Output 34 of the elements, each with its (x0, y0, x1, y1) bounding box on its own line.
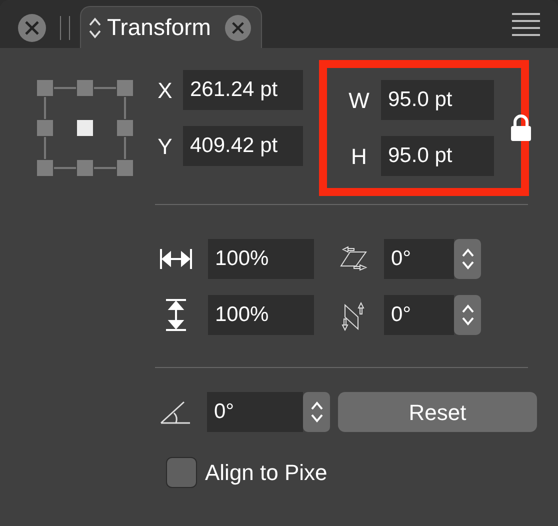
stepper-arrows-icon (460, 303, 474, 327)
close-button[interactable] (18, 14, 46, 42)
field-label: Y (156, 132, 174, 160)
field-label: H (350, 142, 368, 170)
shear-horizontal-icon (340, 246, 368, 272)
stepper[interactable] (303, 392, 330, 432)
position-field[interactable]: 261.24 pt (183, 70, 303, 110)
scale-field[interactable]: 100% (208, 295, 314, 335)
reset-button[interactable]: Reset (338, 392, 537, 432)
menu-icon[interactable] (512, 12, 540, 36)
shear-field[interactable]: 0° (384, 239, 454, 279)
close-icon[interactable] (224, 14, 251, 40)
position-field[interactable]: 409.42 pt (183, 126, 303, 166)
stepper-arrows-icon (89, 16, 101, 38)
lock-icon[interactable] (510, 114, 532, 142)
stepper-arrows-icon (460, 247, 474, 271)
angle-icon (160, 400, 191, 424)
cross-icon (232, 22, 244, 34)
field-label: X (156, 76, 174, 104)
stepper[interactable] (454, 295, 481, 335)
checkbox[interactable] (166, 457, 197, 488)
drag-handle[interactable] (60, 16, 70, 40)
size-field[interactable]: 95.0 pt (381, 136, 494, 176)
field-label: W (348, 86, 370, 114)
stepper[interactable] (454, 239, 481, 279)
checkbox-label: Align to Pixe (205, 459, 328, 487)
cross-icon (25, 21, 39, 35)
scale-field[interactable]: 100% (208, 239, 314, 279)
rotation-field[interactable]: 0° (207, 392, 303, 432)
tab[interactable]: Transform (80, 6, 262, 48)
shear-field[interactable]: 0° (384, 295, 454, 335)
stepper-arrows-icon (310, 400, 324, 424)
size-field[interactable]: 95.0 pt (381, 80, 494, 120)
scale-width-icon (160, 248, 192, 270)
